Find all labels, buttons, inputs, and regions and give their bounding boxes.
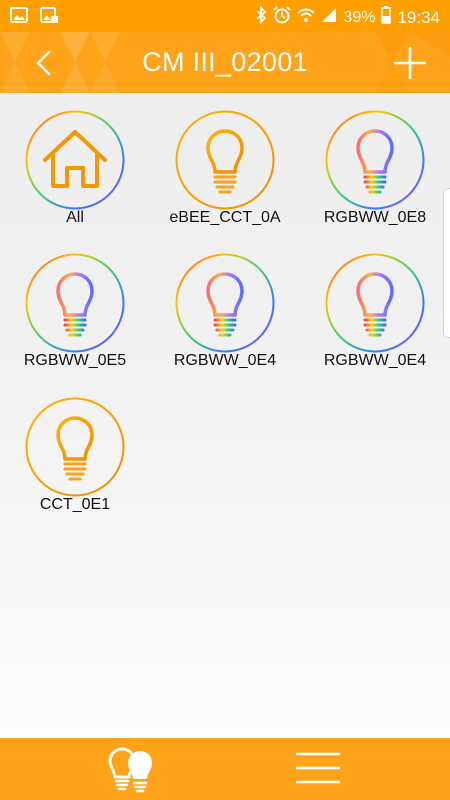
- bulb-icon: [25, 397, 125, 497]
- page-title: CM III_02001: [142, 47, 308, 77]
- device-label: eBEE_CCT_0A: [169, 209, 281, 226]
- device-label: All: [66, 209, 84, 226]
- status-bar: 39% 19:34: [0, 0, 450, 32]
- bluetooth-icon: [255, 5, 267, 29]
- device-label: CCT_0E1: [39, 496, 111, 513]
- device-rgbww-0e8[interactable]: RGBWW_0E8: [300, 110, 450, 250]
- device-cct-0e1[interactable]: CCT_0E1: [0, 397, 150, 537]
- bulb-icon: [325, 110, 425, 210]
- add-button[interactable]: [393, 46, 427, 80]
- bulbs-tab-button[interactable]: [104, 746, 158, 799]
- device-rgbww-0e5[interactable]: RGBWW_0E5: [0, 253, 150, 393]
- plus-icon: [393, 46, 427, 80]
- device-rgbww-0e4-b[interactable]: RGBWW_0E4: [300, 253, 450, 393]
- menu-icon: [295, 752, 341, 784]
- clock: 19:34: [397, 7, 440, 27]
- bulb-icon: [25, 253, 125, 353]
- bottom-nav-bar: [0, 738, 450, 800]
- battery-percent: 39%: [343, 8, 376, 26]
- device-all[interactable]: All: [0, 110, 150, 250]
- signal-icon: [321, 7, 337, 28]
- wifi-icon: [297, 7, 316, 28]
- edge-panel-handle[interactable]: [443, 188, 450, 338]
- app-bar: CM III_02001: [0, 32, 450, 93]
- device-label: RGBWW_0E8: [323, 209, 427, 226]
- photo-icon: [40, 7, 58, 28]
- menu-button[interactable]: [295, 752, 341, 789]
- device-ebee-cct[interactable]: eBEE_CCT_0A: [150, 110, 300, 250]
- bulb-icon: [175, 253, 275, 353]
- gallery-icon: [10, 7, 28, 28]
- bulb-icon: [175, 110, 275, 210]
- device-label: RGBWW_0E4: [323, 352, 427, 369]
- alarm-icon: [273, 6, 292, 29]
- battery-icon: [381, 6, 392, 29]
- device-rgbww-0e4-a[interactable]: RGBWW_0E4: [150, 253, 300, 393]
- device-label: RGBWW_0E5: [23, 352, 127, 369]
- device-label: RGBWW_0E4: [173, 352, 277, 369]
- bulb-icon: [325, 253, 425, 353]
- bulbs-icon: [108, 747, 152, 793]
- home-icon: [25, 110, 125, 210]
